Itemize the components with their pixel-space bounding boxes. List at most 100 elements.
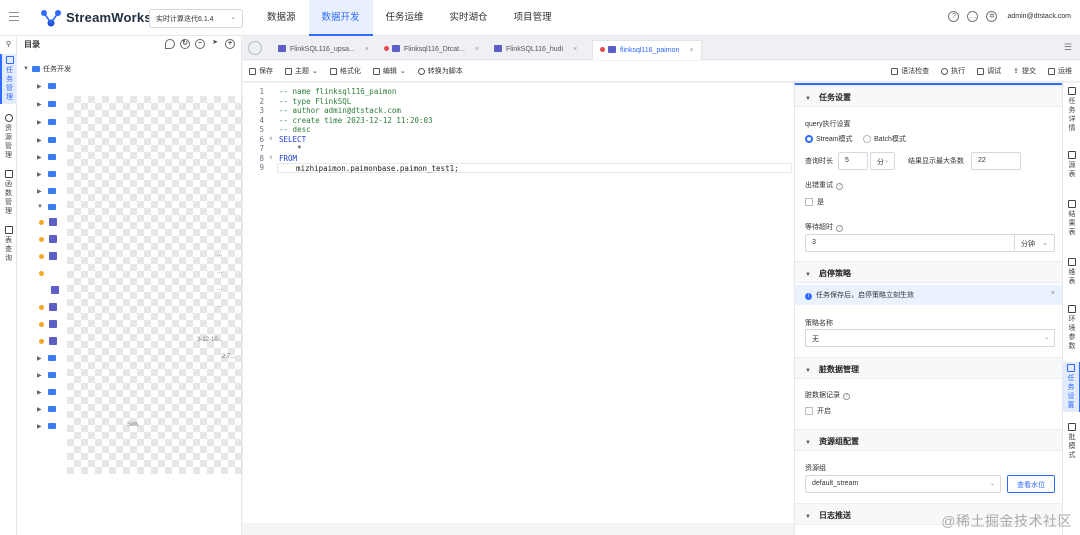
rail-env-params[interactable]: 环境参数 [1063,305,1080,351]
search-icon[interactable]: ⚲ [0,40,17,49]
tree-root[interactable]: ▼ 任务开发 [23,64,71,74]
user-email[interactable]: admin@dtstack.com [1007,13,1071,20]
tree-task[interactable] [39,268,44,278]
send-icon[interactable]: ➤ [210,39,220,49]
tab-label: Flinksql116_Dtcat... [404,46,465,53]
nav-item-datasource[interactable]: 数据源 [254,0,309,36]
help-icon[interactable]: ? [843,393,850,400]
tree-task[interactable] [39,217,57,227]
view-water-level-button[interactable]: 查看水位 [1007,475,1055,493]
debug-button[interactable]: 调试 [977,66,1001,76]
tree-folder[interactable]: ▶ [37,81,56,91]
wait-timeout-unit-select[interactable]: 分钟 ⌄ [1014,235,1054,251]
theme-button[interactable]: 主题 ⌄ [285,66,318,76]
nav-item-task-ops[interactable]: 任务运维 [373,0,437,36]
rail-dim-table[interactable]: 维表 [1063,258,1080,286]
refresh-icon[interactable]: ↻ [180,39,190,49]
tree-folder[interactable]: ▼ [37,202,56,212]
caret-right-icon: ▶ [37,137,42,144]
menu-icon[interactable] [9,12,19,21]
tree-folder[interactable]: ▶ [37,421,56,431]
fold-chevron-icon[interactable]: ∨ [269,154,273,161]
tree-folder[interactable]: ▶ [37,169,56,179]
close-icon[interactable]: × [573,46,577,53]
tree-task[interactable] [39,234,57,244]
query-duration-unit-select[interactable]: 分 ⌄ [870,152,895,170]
rail-task-detail[interactable]: 任务详情 [1063,87,1080,133]
query-duration-input[interactable]: 5 [838,152,868,170]
rail-item-resource-mgmt[interactable]: 资源管理 [0,114,17,160]
tree-folder[interactable]: ▶ [37,353,56,363]
dirty-record-checkbox[interactable]: 开启 [805,406,831,416]
code-editor[interactable]: 1 -- name flinksql116_paimon 2 -- type Fli… [243,83,794,523]
rail-item-function-mgmt[interactable]: 函数管理 [0,170,17,216]
status-dot-icon [39,338,44,344]
help-icon[interactable]: ? [948,11,960,22]
nav-item-data-dev[interactable]: 数据开发 [308,0,373,36]
version-select[interactable]: 实时计算迭代6.1.4 ⌄ [149,9,243,28]
format-button[interactable]: 格式化 [329,66,361,76]
section-resource-group[interactable]: ▼ 资源组配置 [795,429,1062,451]
help-icon[interactable]: ? [836,183,843,190]
section-dirty-data[interactable]: ▼ 脏数据管理 [795,357,1062,379]
tree-task[interactable] [39,302,57,312]
close-icon[interactable]: × [475,46,479,53]
tree-task[interactable] [51,285,59,295]
max-rows-input[interactable]: 22 [971,152,1021,170]
rail-item-table-query[interactable]: 表查询 [0,226,17,263]
rail-result-table[interactable]: 结果表 [1063,200,1080,237]
tree-folder[interactable]: ▶ [37,404,56,414]
tab-flinksql116-dtcatalog[interactable]: Flinksql116_Dtcat... × [377,40,486,60]
gear-icon[interactable]: ✲ [986,11,998,22]
folder-icon [48,372,56,378]
tree-folder[interactable]: ▶ [37,135,56,145]
close-icon[interactable]: × [365,46,369,53]
section-start-stop[interactable]: ▼ 启停策略 [795,261,1062,283]
rail-item-task-mgmt[interactable]: 任务管理 [0,54,17,104]
tree-folder[interactable]: ▶ [37,186,56,196]
tree-task[interactable] [39,319,57,329]
save-button[interactable]: 保存 [249,66,273,76]
ops-button[interactable]: 运维 [1048,66,1072,76]
home-icon[interactable] [248,41,262,55]
tree-folder[interactable]: ▶ [37,117,56,127]
collapse-icon[interactable]: − [195,39,205,49]
radio-stream-mode[interactable]: Stream模式 [805,134,853,144]
tab-label: flinksql116_paimon [620,47,680,54]
tree-task[interactable] [39,336,57,346]
rail-task-settings[interactable]: 任务设置 [1063,362,1080,412]
tree-folder[interactable]: ▶ [37,99,56,109]
tab-flinksql116-paimon[interactable]: flinksql116_paimon × [592,40,702,60]
tabs-menu-icon[interactable]: ☰ [1064,42,1072,53]
resource-group-select[interactable]: default_stream ⌄ [805,475,1001,493]
env-params-icon [1068,305,1076,313]
nav-item-lakehouse[interactable]: 实时湖仓 [437,0,501,36]
edit-button[interactable]: 编辑 ⌄ [372,66,406,76]
syntax-check-button[interactable]: 语法检查 [891,66,929,76]
run-button[interactable]: 执行 [941,66,965,76]
close-icon[interactable]: × [1051,290,1055,297]
tree-folder[interactable]: ▶ [37,387,56,397]
section-task-settings[interactable]: ▼ 任务设置 [795,85,1062,107]
strategy-name-select[interactable]: 无 ⌄ [805,329,1055,347]
tab-flinksql116-upsert[interactable]: FlinkSQL116_upsa... × [271,40,376,60]
radio-label: Batch模式 [874,136,906,143]
rail-batch-mode[interactable]: 批模式 [1063,423,1080,460]
tree-task[interactable] [39,251,57,261]
help-icon[interactable]: ? [836,225,843,232]
wait-timeout-input[interactable]: 3 分钟 ⌄ [805,234,1055,252]
radio-batch-mode[interactable]: Batch模式 [863,134,906,144]
tab-flinksql116-hudi[interactable]: FlinkSQL116_hudi × [487,40,584,60]
add-icon[interactable]: + [225,39,235,49]
close-icon[interactable]: × [689,47,693,54]
tree-folder[interactable]: ▶ [37,152,56,162]
rail-source-table[interactable]: 源表 [1063,151,1080,179]
convert-to-script-button[interactable]: 转换为脚本 [417,66,463,76]
fold-chevron-icon[interactable]: ∨ [269,135,273,142]
tree-folder[interactable]: ▶ [37,370,56,380]
nav-item-project[interactable]: 项目管理 [501,0,565,36]
locate-icon[interactable] [165,39,175,49]
message-icon[interactable]: … [967,11,979,22]
submit-button[interactable]: ⇪ 提交 [1013,66,1036,76]
retry-checkbox[interactable]: 是 [805,197,824,207]
